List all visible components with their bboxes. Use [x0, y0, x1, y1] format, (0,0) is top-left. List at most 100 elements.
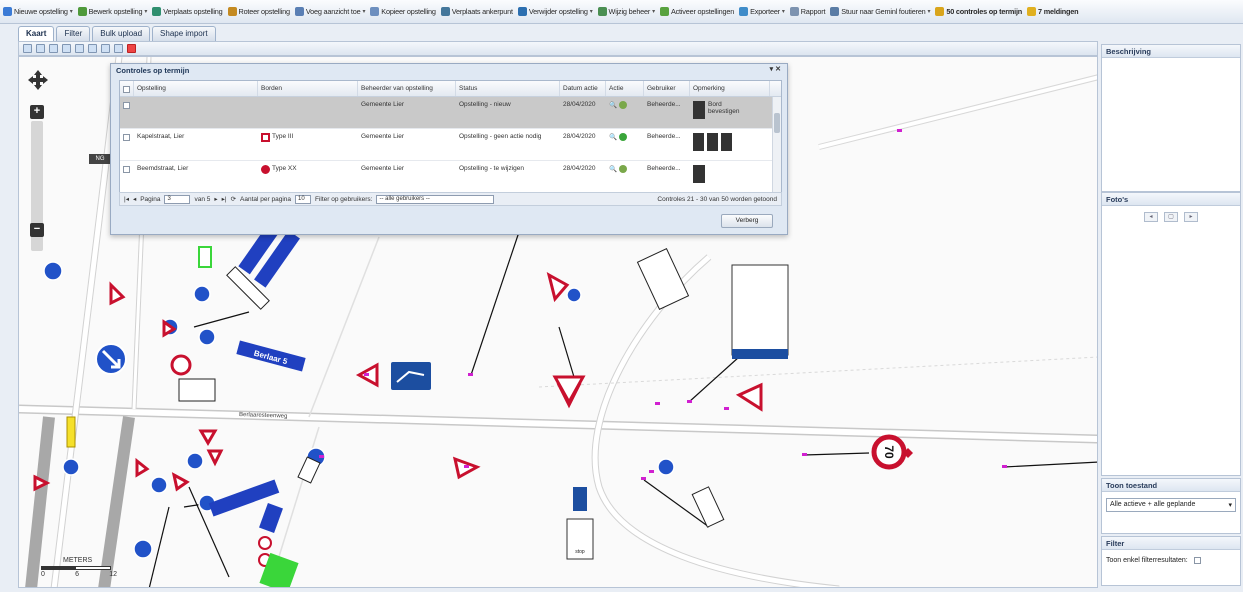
toolbar-button-label: Verplaats opstelling [163, 7, 223, 16]
globe-icon[interactable] [88, 44, 97, 53]
action-status-icon[interactable] [619, 165, 628, 173]
pan-control[interactable] [27, 69, 49, 91]
row-status: Opstelling - nieuw [459, 101, 511, 108]
first-page-button[interactable]: |◂ [124, 195, 129, 203]
page-of: van 5 [194, 195, 211, 203]
row-checkbox[interactable] [123, 102, 130, 109]
last-page-button[interactable]: ▸| [222, 195, 227, 203]
prev-page-button[interactable]: ◂ [133, 195, 136, 203]
tab-shape-import[interactable]: Shape import [152, 26, 216, 41]
toolbar-button[interactable]: Exporteer ▾ [739, 7, 785, 16]
user-filter-label: Filter op gebruikers: [315, 195, 373, 203]
toolbar-icon [789, 7, 799, 16]
row-borden: Type III [272, 133, 294, 140]
per-page-input[interactable]: 10 [295, 194, 312, 204]
select-tool-icon[interactable] [23, 44, 32, 53]
toolbar-button[interactable]: Activeer opstellingen [659, 7, 734, 16]
zoom-out-button[interactable]: − [30, 223, 44, 237]
col-gebruiker[interactable]: Gebruiker [644, 81, 690, 96]
toolbar-icon [830, 7, 840, 16]
refresh-icon[interactable]: ⟳ [231, 195, 236, 203]
zoom-box-icon[interactable] [49, 44, 58, 53]
next-photo-icon[interactable]: ▸ [1184, 212, 1198, 222]
filter-checkbox[interactable] [1193, 557, 1201, 564]
page-input[interactable]: 3 [164, 194, 191, 204]
table-row[interactable]: Beemdstraat, Lier Type XX Gemeente Lier Ops… [120, 161, 781, 193]
toolbar-button[interactable]: Rapport [789, 7, 825, 16]
row-beheerder: Gemeente Lier [361, 101, 404, 108]
flag-icon[interactable] [101, 44, 110, 53]
controls-grid: Opstelling Borden Beheerder van opstelli… [119, 80, 782, 203]
table-row[interactable]: Gemeente Lier Opstelling - nieuw 28/04/202… [120, 97, 781, 129]
grid-icon[interactable] [75, 44, 84, 53]
toolbar-button[interactable]: Stuur naar Geminl foutieren ▾ [830, 7, 931, 16]
tab-kaart[interactable]: Kaart [18, 26, 55, 41]
tab-bulk-upload[interactable]: Bulk upload [92, 26, 151, 41]
col-status[interactable]: Status [456, 81, 560, 96]
select-all-checkbox[interactable] [123, 86, 130, 93]
table-row[interactable]: Kapelstraat, Lier Type III Gemeente Lier Op… [120, 129, 781, 161]
layers-icon[interactable] [36, 44, 45, 53]
toolbar-button[interactable]: 50 controles op termijn [935, 7, 1022, 16]
inspect-icon[interactable]: 🔍 [609, 133, 617, 141]
dropdown-arrow-icon[interactable]: ▾ [928, 8, 931, 15]
delete-icon[interactable] [127, 44, 136, 53]
toolbar-button[interactable]: 7 meldingen [1027, 7, 1079, 16]
col-actie[interactable]: Actie [606, 81, 644, 96]
tab-filter[interactable]: Filter [56, 26, 91, 41]
row-gebruiker: Beheerde... [647, 165, 681, 172]
pager-summary: Controles 21 - 30 van 50 worden getoond [657, 195, 777, 203]
grid-scrollbar[interactable] [772, 97, 781, 202]
toolbar-button[interactable]: Wijzig beheer ▾ [597, 7, 655, 16]
toolbar-button[interactable]: Verplaats opstelling [152, 7, 223, 16]
view-photo-icon[interactable]: ▢ [1164, 212, 1178, 222]
dropdown-arrow-icon[interactable]: ▾ [590, 8, 593, 15]
toolbar-button[interactable]: Bewerk opstelling ▾ [77, 7, 147, 16]
measure-icon[interactable] [62, 44, 71, 53]
zoom-in-button[interactable]: + [30, 105, 44, 119]
toolbar-icon [3, 7, 12, 16]
toolbar-button[interactable]: Kopieer opstelling [370, 7, 436, 16]
inspect-icon[interactable]: 🔍 [609, 101, 617, 109]
dropdown-arrow-icon[interactable]: ▾ [70, 8, 73, 15]
hide-dialog-button[interactable]: Verberg [721, 214, 773, 228]
photo-thumbnail[interactable] [693, 133, 705, 151]
photo-thumbnail[interactable] [693, 165, 705, 183]
scale-bar: METERS 0 6 12 [41, 557, 117, 578]
dropdown-arrow-icon[interactable]: ▾ [362, 8, 365, 15]
prev-photo-icon[interactable]: ◂ [1144, 212, 1158, 222]
photo-thumbnail[interactable] [707, 133, 719, 151]
toolbar-button[interactable]: Voeg aanzicht toe ▾ [294, 7, 365, 16]
col-borden[interactable]: Borden [258, 81, 358, 96]
toolbar-button[interactable]: Verplaats ankerpunt [440, 7, 513, 16]
tools-icon[interactable] [114, 44, 123, 53]
col-beheerder[interactable]: Beheerder van opstelling [358, 81, 456, 96]
chevron-down-icon: ▾ [1228, 502, 1232, 509]
toolbar-button[interactable]: Verwijder opstelling ▾ [517, 7, 593, 16]
user-filter-select[interactable]: -- alle gebruikers -- [376, 194, 495, 204]
photo-thumbnail[interactable] [693, 101, 705, 119]
col-opmerking[interactable]: Opmerking [690, 81, 770, 96]
next-page-button[interactable]: ▸ [214, 195, 217, 203]
dialog-close-icon[interactable]: ▾ ✕ [770, 65, 781, 73]
toolbar-icon [440, 7, 450, 16]
dropdown-arrow-icon[interactable]: ▾ [144, 8, 147, 15]
row-checkbox[interactable] [123, 134, 130, 141]
col-opstelling[interactable]: Opstelling [134, 81, 258, 96]
action-status-icon[interactable] [619, 101, 628, 109]
row-status: Opstelling - geen actie nodig [459, 133, 542, 140]
state-select[interactable]: Alle actieve + alle geplande ▾ [1106, 498, 1236, 512]
toolbar-icon [517, 7, 527, 16]
dropdown-arrow-icon[interactable]: ▾ [782, 8, 785, 15]
toolbar-button[interactable]: Nieuwe opstelling ▾ [3, 7, 73, 16]
dropdown-arrow-icon[interactable]: ▾ [652, 8, 655, 15]
map-toolbar [18, 41, 1098, 56]
inspect-icon[interactable]: 🔍 [609, 165, 617, 173]
toolbar-icon [370, 7, 380, 16]
photo-thumbnail[interactable] [721, 133, 733, 151]
row-checkbox[interactable] [123, 166, 130, 173]
toolbar-button[interactable]: Roteer opstelling [227, 7, 290, 16]
toolbar-button-label: Voeg aanzicht toe [305, 7, 361, 16]
action-status-icon[interactable] [619, 133, 628, 141]
col-datum[interactable]: Datum actie [560, 81, 606, 96]
